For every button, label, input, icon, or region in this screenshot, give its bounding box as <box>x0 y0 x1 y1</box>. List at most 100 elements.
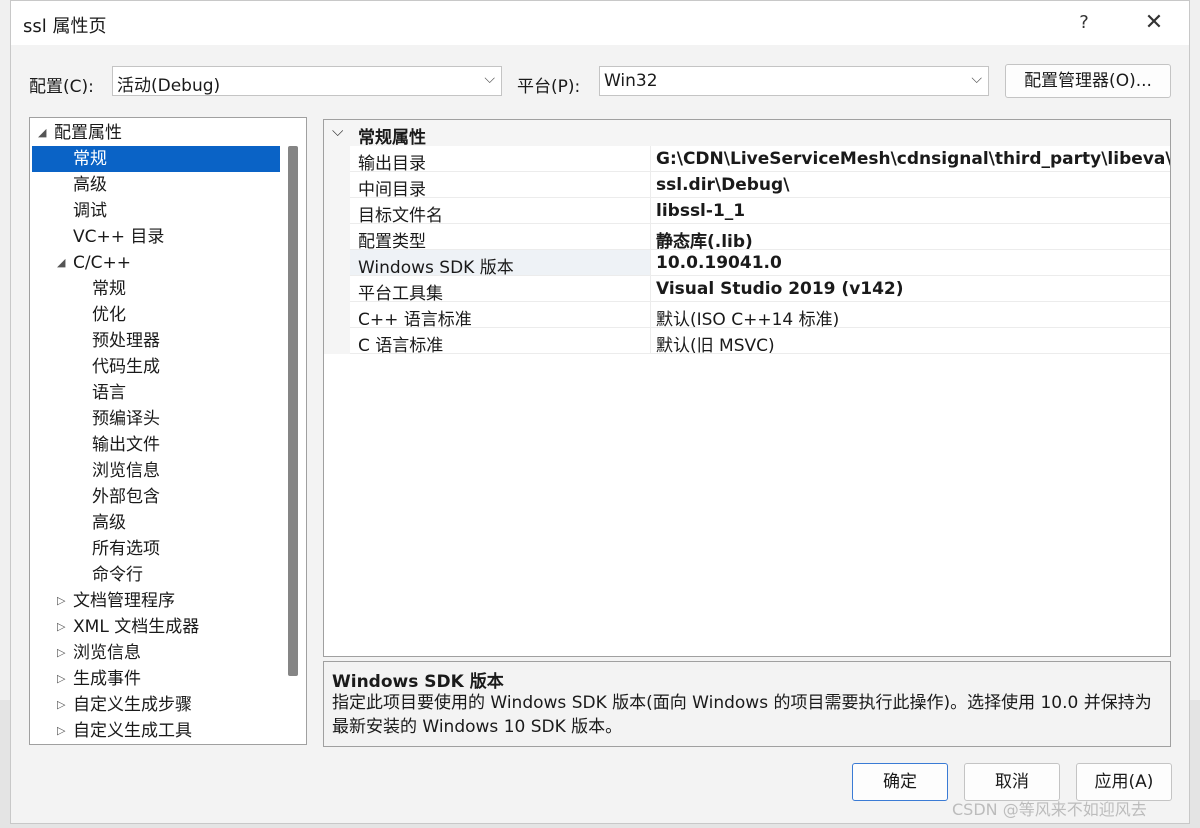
description-panel: Windows SDK 版本 指定此项目要使用的 Windows SDK 版本(… <box>323 661 1171 747</box>
row-gutter <box>324 146 350 172</box>
property-grid: ⌵ 常规属性 输出目录 G:\CDN\LiveServiceMesh\cdnsig… <box>323 119 1171 657</box>
expanded-arrow-icon[interactable]: ◢ <box>57 250 65 276</box>
expanded-arrow-icon[interactable]: ◢ <box>38 120 46 146</box>
collapsed-arrow-icon[interactable]: ▷ <box>57 640 65 666</box>
tree-item-label: XML 文档生成器 <box>73 617 200 637</box>
tree-item[interactable]: 预处理器 <box>30 328 286 354</box>
property-row[interactable]: 输出目录 G:\CDN\LiveServiceMesh\cdnsignal\thi… <box>324 146 1170 174</box>
column-separator <box>650 224 651 250</box>
tree-item[interactable]: 常规 <box>30 276 286 302</box>
tree-item[interactable]: ▷ 自定义生成工具 <box>30 718 286 744</box>
column-separator <box>650 172 651 198</box>
row-gutter <box>324 328 350 354</box>
tree-item-label: 命令行 <box>92 565 143 585</box>
tree-item[interactable]: ▷ 浏览信息 <box>30 640 286 666</box>
property-row[interactable]: Windows SDK 版本 10.0.19041.0 <box>324 250 1170 278</box>
collapsed-arrow-icon[interactable]: ▷ <box>57 614 65 640</box>
tree-item-label: 调试 <box>73 201 107 221</box>
property-value[interactable]: Visual Studio 2019 (v142) <box>656 279 904 299</box>
description-text: 指定此项目要使用的 Windows SDK 版本(面向 Windows 的项目需… <box>332 693 1152 737</box>
tree-item[interactable]: 调试 <box>30 198 286 224</box>
tree-item-label: 预编译头 <box>92 409 160 429</box>
tree-item[interactable]: 优化 <box>30 302 286 328</box>
ok-button[interactable]: 确定 <box>852 763 948 801</box>
property-row[interactable]: 平台工具集 Visual Studio 2019 (v142) <box>324 276 1170 304</box>
tree-item[interactable]: 语言 <box>30 380 286 406</box>
collapsed-arrow-icon[interactable]: ▷ <box>57 588 65 614</box>
tree-item[interactable]: 所有选项 <box>30 536 286 562</box>
config-value: 活动(Debug) <box>117 76 221 96</box>
property-row[interactable]: 配置类型 静态库(.lib) <box>324 224 1170 252</box>
tree-item[interactable]: 高级 <box>30 510 286 536</box>
property-value[interactable]: libssl-1_1 <box>656 201 745 221</box>
column-separator <box>650 198 651 224</box>
category-label: 常规属性 <box>358 128 426 148</box>
property-value[interactable]: 10.0.19041.0 <box>656 253 782 273</box>
property-row[interactable]: 中间目录 ssl.dir\Debug\ <box>324 172 1170 200</box>
chevron-down-icon: ⌵ <box>332 122 344 140</box>
tree-item-label: 所有选项 <box>92 539 160 559</box>
collapsed-arrow-icon[interactable]: ▷ <box>57 666 65 692</box>
tree-item-label: 文档管理程序 <box>73 591 175 611</box>
platform-label: 平台(P): <box>517 77 581 97</box>
property-value[interactable]: G:\CDN\LiveServiceMesh\cdnsignal\third_p… <box>656 149 1170 169</box>
watermark: CSDN @等风来不如迎风去 <box>952 800 1147 819</box>
platform-dropdown[interactable]: Win32 ⌵ <box>599 66 989 96</box>
row-divider <box>350 353 1170 354</box>
row-gutter <box>324 302 350 328</box>
chevron-down-icon: ⌵ <box>971 71 982 87</box>
tree-item-label: 语言 <box>92 383 126 403</box>
tree-item[interactable]: 命令行 <box>30 562 286 588</box>
row-gutter <box>324 198 350 224</box>
title-bar: ssl 属性页 ? ✕ <box>11 1 1189 45</box>
tree-item-label: 高级 <box>73 175 107 195</box>
column-separator <box>650 302 651 328</box>
tree-item[interactable]: 输出文件 <box>30 432 286 458</box>
collapsed-arrow-icon[interactable]: ▷ <box>57 692 65 718</box>
tree-item-label: 自定义生成工具 <box>73 721 192 741</box>
row-gutter <box>324 224 350 250</box>
tree-item[interactable]: VC++ 目录 <box>30 224 286 250</box>
tree-item[interactable]: 外部包含 <box>30 484 286 510</box>
chevron-down-icon: ⌵ <box>484 71 495 87</box>
tree-item[interactable]: 代码生成 <box>30 354 286 380</box>
tree-item-label: 常规 <box>92 279 126 299</box>
tree-item[interactable]: ◢ C/C++ <box>30 250 286 276</box>
help-icon[interactable]: ? <box>1061 7 1107 39</box>
property-tree: ◢ 配置属性 常规 高级 调试 VC++ 目录 ◢ C/C++ 常规 优化 预处理器 代码生成 语言 预编… <box>29 117 307 745</box>
config-dropdown[interactable]: 活动(Debug) ⌵ <box>112 66 502 96</box>
property-value[interactable]: ssl.dir\Debug\ <box>656 175 789 195</box>
row-gutter <box>324 250 350 276</box>
column-separator <box>650 276 651 302</box>
property-row[interactable]: C 语言标准 默认(旧 MSVC) <box>324 328 1170 356</box>
tree-item[interactable]: 预编译头 <box>30 406 286 432</box>
collapsed-arrow-icon[interactable]: ▷ <box>57 718 65 744</box>
tree-item[interactable]: ▷ 自定义生成步骤 <box>30 692 286 718</box>
window-title: ssl 属性页 <box>23 16 107 37</box>
column-separator <box>650 250 651 276</box>
tree-item-label: 代码生成 <box>92 357 160 377</box>
category-header[interactable]: ⌵ 常规属性 <box>324 120 1170 148</box>
tree-item[interactable]: 浏览信息 <box>30 458 286 484</box>
platform-value: Win32 <box>604 71 658 91</box>
tree-item-label: 配置属性 <box>54 123 122 143</box>
tree-item-label: 高级 <box>92 513 126 533</box>
tree-item[interactable]: 高级 <box>30 172 286 198</box>
tree-item-label: 生成事件 <box>73 669 141 689</box>
config-manager-button[interactable]: 配置管理器(O)... <box>1005 64 1171 98</box>
tree-item[interactable]: ▷ XML 文档生成器 <box>30 614 286 640</box>
tree-scrollbar[interactable] <box>288 146 298 676</box>
row-gutter <box>324 276 350 302</box>
tree-item[interactable]: 常规 <box>32 146 280 172</box>
tree-item[interactable]: ◢ 配置属性 <box>30 120 286 146</box>
tree-item-label: 优化 <box>92 305 126 325</box>
tree-item-label: 预处理器 <box>92 331 160 351</box>
column-separator <box>650 328 651 354</box>
property-row[interactable]: 目标文件名 libssl-1_1 <box>324 198 1170 226</box>
close-icon[interactable]: ✕ <box>1131 7 1177 39</box>
property-row[interactable]: C++ 语言标准 默认(ISO C++14 标准) <box>324 302 1170 330</box>
tree-item[interactable]: ▷ 文档管理程序 <box>30 588 286 614</box>
description-title: Windows SDK 版本 <box>332 672 504 692</box>
tree-item[interactable]: ▷ 生成事件 <box>30 666 286 692</box>
row-gutter <box>324 172 350 198</box>
